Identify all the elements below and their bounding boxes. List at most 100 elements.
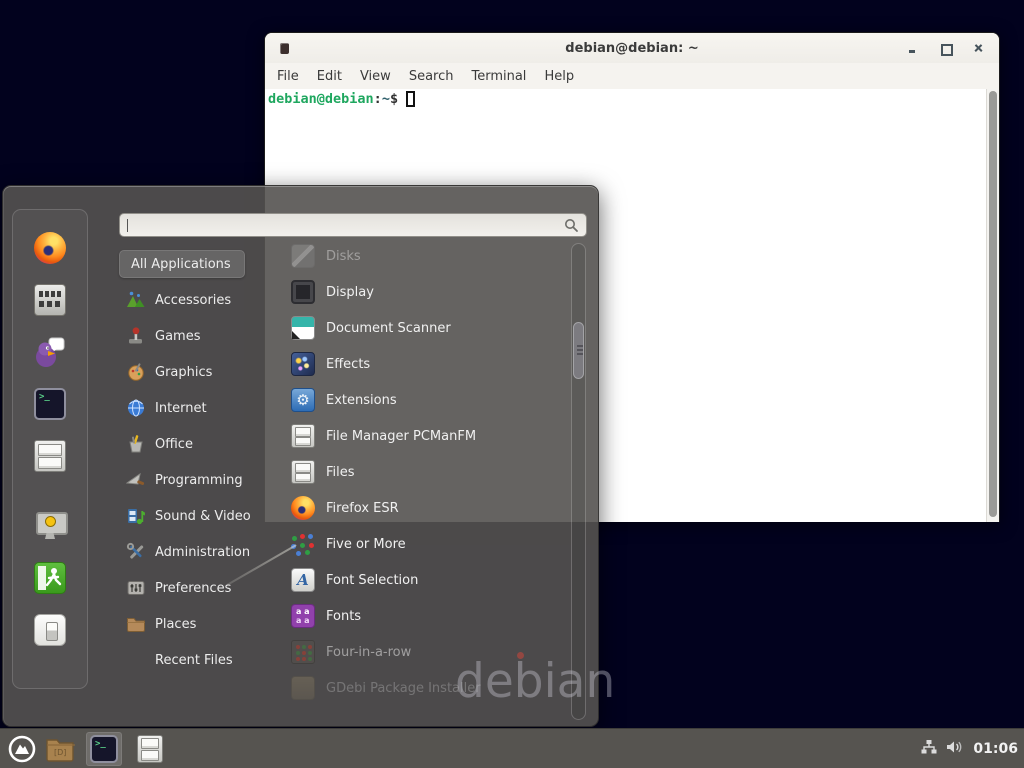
preferences-icon [126,578,146,598]
fonts-icon [291,604,315,628]
application-menu: All Applications Accessories [2,185,599,727]
maximize-icon[interactable] [939,42,952,55]
prompt-path: ~ [382,91,390,107]
category-label: Recent Files [155,653,233,668]
terminal-menubar: File Edit View Search Terminal Help [265,63,999,89]
close-icon[interactable] [972,42,985,55]
category-label: Places [155,617,196,632]
prompt-symbol: $ [390,91,398,107]
prompt-separator: : [374,91,382,107]
menu-search-input[interactable] [120,214,586,236]
app-item-font-selection[interactable]: Font Selection [291,565,571,595]
app-item-document-scanner[interactable]: Document Scanner [291,313,571,343]
terminal-scrollbar-thumb[interactable] [989,91,997,517]
category-programming[interactable]: Programming [119,466,291,494]
application-list: Disks Display Document Scanner Effects E… [291,241,571,709]
firefox-icon[interactable] [34,232,66,264]
app-item-five-or-more[interactable]: Five or More [291,529,571,559]
menu-file[interactable]: File [268,66,308,87]
app-item-files[interactable]: Files [291,457,571,487]
graphics-icon [126,362,146,382]
menu-logo-icon [8,735,36,763]
category-label: Programming [155,473,243,488]
games-icon [126,326,146,346]
app-label: Disks [326,249,361,264]
accessories-icon [126,290,146,310]
category-label: Administration [155,545,250,560]
terminal-titlebar[interactable]: debian@debian: ~ [265,33,999,63]
category-all-applications[interactable]: All Applications [119,250,245,278]
logout-icon[interactable] [34,562,66,594]
search-icon [564,218,579,233]
shutdown-icon[interactable] [34,614,66,646]
category-internet[interactable]: Internet [119,394,291,422]
terminal-launcher-icon[interactable] [34,388,66,420]
app-label: Effects [326,357,370,372]
app-item-display[interactable]: Display [291,277,571,307]
screensaver-icon[interactable] [34,510,66,542]
app-label: Four-in-a-row [326,645,411,660]
category-label: Preferences [155,581,231,596]
terminal-title: debian@debian: ~ [265,41,999,56]
menu-terminal[interactable]: Terminal [462,66,535,87]
category-office[interactable]: Office [119,430,291,458]
app-item-firefox-esr[interactable]: Firefox ESR [291,493,571,523]
display-icon [291,280,315,304]
app-item-extensions[interactable]: Extensions [291,385,571,415]
minimize-icon[interactable] [906,42,919,55]
sound-video-icon [126,506,146,526]
menu-search[interactable]: Search [400,66,463,87]
menu-scrollbar-thumb[interactable] [573,322,584,379]
file-cabinet-icon [291,424,315,448]
app-label: Display [326,285,374,300]
folder-launcher[interactable]: [D] [42,732,78,766]
app-item-file-manager-pcmanfm[interactable]: File Manager PCManFM [291,421,571,451]
app-label: File Manager PCManFM [326,429,476,444]
app-label: Files [326,465,355,480]
taskbar: [D] [0,728,1024,768]
menu-edit[interactable]: Edit [308,66,351,87]
taskbar-terminal-button[interactable] [86,732,122,766]
menu-help[interactable]: Help [535,66,583,87]
category-graphics[interactable]: Graphics [119,358,291,386]
file-cabinet-icon [137,735,163,763]
menu-scrollbar[interactable] [571,243,586,720]
category-accessories[interactable]: Accessories [119,286,291,314]
pidgin-icon[interactable] [34,336,66,368]
office-icon [126,434,146,454]
category-label: Accessories [155,293,231,308]
folder-icon: [D] [45,736,75,762]
software-icon[interactable] [34,284,66,316]
app-item-disks[interactable]: Disks [291,241,571,271]
app-label: Document Scanner [326,321,451,336]
watermark-text: debian [455,654,615,709]
category-label: Office [155,437,193,452]
svg-text:[D]: [D] [54,748,66,757]
clock[interactable]: 01:06 [973,741,1018,757]
app-item-effects[interactable]: Effects [291,349,571,379]
extensions-icon [291,388,315,412]
app-label: Five or More [326,537,406,552]
search-caret [127,219,128,232]
terminal-prompt: debian@debian:~$ [268,91,415,107]
category-games[interactable]: Games [119,322,291,350]
network-icon[interactable] [921,739,937,759]
category-recent-files[interactable]: Recent Files [119,646,291,674]
font-selection-icon [291,568,315,592]
terminal-scrollbar[interactable] [986,89,999,522]
category-list: All Applications Accessories [119,250,291,682]
category-preferences[interactable]: Preferences [119,574,291,602]
effects-icon [291,352,315,376]
terminal-cursor [406,91,415,107]
category-sound-video[interactable]: Sound & Video [119,502,291,530]
menu-view[interactable]: View [351,66,400,87]
file-cabinet-icon [291,460,315,484]
category-places[interactable]: Places [119,610,291,638]
terminal-icon [90,735,118,763]
app-item-fonts[interactable]: Fonts [291,601,571,631]
disks-icon [291,244,315,268]
file-manager-icon[interactable] [34,440,66,472]
volume-icon[interactable] [946,739,964,759]
menu-button[interactable] [4,732,40,766]
taskbar-files-button[interactable] [132,732,168,766]
